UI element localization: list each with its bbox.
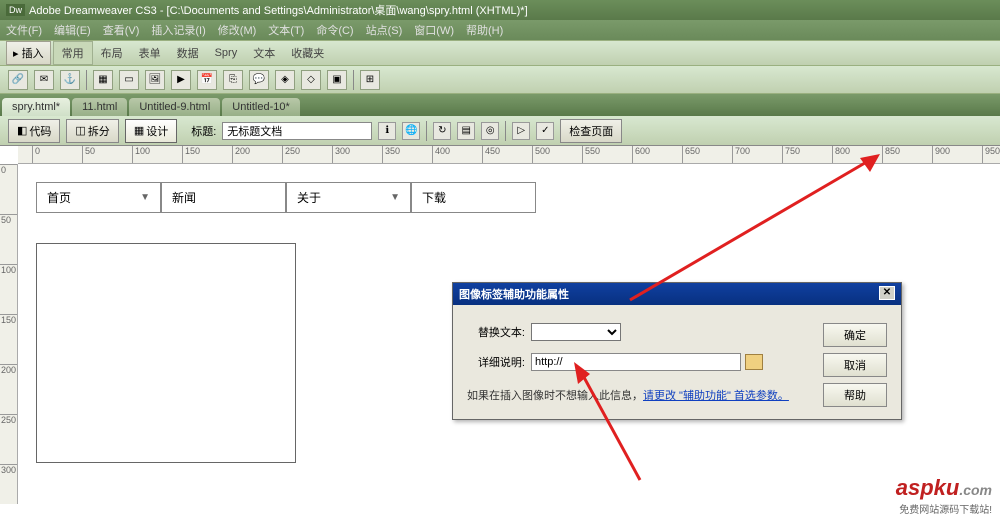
tag-chooser-icon[interactable]: ⊞ (360, 70, 380, 90)
file-tab-11[interactable]: 11.html (72, 98, 127, 116)
file-tab-untitled10[interactable]: Untitled-10* (222, 98, 299, 116)
menu-item-download[interactable]: 下载 (411, 182, 536, 213)
server-icon[interactable]: ⎘ (223, 70, 243, 90)
insert-toggle[interactable]: ▸ 插入 (6, 41, 51, 65)
title-bar: Dw Adobe Dreamweaver CS3 - [C:\Documents… (0, 0, 1000, 20)
long-desc-input[interactable] (531, 353, 741, 371)
long-desc-label: 详细说明: (467, 354, 525, 370)
menu-bar: 文件(F) 编辑(E) 查看(V) 插入记录(I) 修改(M) 文本(T) 命令… (0, 20, 1000, 40)
image-placeholder[interactable] (36, 243, 296, 463)
menu-help[interactable]: 帮助(H) (466, 22, 503, 38)
chevron-down-icon: ▼ (140, 192, 150, 203)
view-code-button[interactable]: ◧代码 (8, 119, 60, 143)
ok-button[interactable]: 确定 (823, 323, 887, 347)
title-text: Adobe Dreamweaver CS3 - [C:\Documents an… (29, 2, 528, 18)
dialog-titlebar[interactable]: 图像标签辅助功能属性 ✕ (453, 283, 901, 305)
menu-window[interactable]: 窗口(W) (414, 22, 454, 38)
hyperlink-icon[interactable]: 🔗 (8, 70, 28, 90)
tab-favorites[interactable]: 收藏夹 (283, 42, 332, 64)
menu-text[interactable]: 文本(T) (268, 22, 304, 38)
view-design-button[interactable]: ▦设计 (125, 119, 177, 143)
div-icon[interactable]: ▭ (119, 70, 139, 90)
view-options-icon[interactable]: ▤ (457, 122, 475, 140)
help-button[interactable]: 帮助 (823, 383, 887, 407)
browse-folder-icon[interactable] (745, 354, 763, 370)
alt-text-select[interactable] (531, 323, 621, 341)
table-icon[interactable]: ▦ (93, 70, 113, 90)
tab-common[interactable]: 常用 (53, 41, 93, 65)
image-icon[interactable]: 🖼 (145, 70, 165, 90)
templates-icon[interactable]: ▣ (327, 70, 347, 90)
dialog-title: 图像标签辅助功能属性 (459, 286, 569, 302)
menu-view[interactable]: 查看(V) (103, 22, 140, 38)
accessibility-prefs-link[interactable]: 请更改 "辅助功能" 首选参数。 (643, 390, 789, 402)
file-tab-spry[interactable]: spry.html* (2, 98, 70, 116)
watermark: aspku.com 免费网站源码下载站! (896, 475, 992, 516)
head-icon[interactable]: ◈ (275, 70, 295, 90)
date-icon[interactable]: 📅 (197, 70, 217, 90)
title-label: 标题: (191, 123, 216, 139)
menu-edit[interactable]: 编辑(E) (54, 22, 91, 38)
spry-menu-bar: 首页▼ 新闻 关于▼ 下载 (36, 182, 982, 213)
icon-bar: 🔗 ✉ ⚓ ▦ ▭ 🖼 ▶ 📅 ⎘ 💬 ◈ ◇ ▣ ⊞ (0, 66, 1000, 94)
media-icon[interactable]: ▶ (171, 70, 191, 90)
preview-icon[interactable]: ▷ (512, 122, 530, 140)
menu-commands[interactable]: 命令(C) (316, 22, 353, 38)
cancel-button[interactable]: 取消 (823, 353, 887, 377)
tab-forms[interactable]: 表单 (131, 42, 169, 64)
visual-aids-icon[interactable]: ◎ (481, 122, 499, 140)
document-toolbar: ◧代码 ◫拆分 ▦设计 标题: ℹ 🌐 ↻ ▤ ◎ ▷ ✓ 检查页面 (0, 116, 1000, 146)
comment-icon[interactable]: 💬 (249, 70, 269, 90)
script-icon[interactable]: ◇ (301, 70, 321, 90)
anchor-icon[interactable]: ⚓ (60, 70, 80, 90)
horizontal-ruler: 0501001502002503003504004505005506006507… (18, 146, 1000, 164)
title-input[interactable] (222, 122, 372, 140)
menu-site[interactable]: 站点(S) (366, 22, 403, 38)
menu-item-about[interactable]: 关于▼ (286, 182, 411, 213)
email-link-icon[interactable]: ✉ (34, 70, 54, 90)
browser-icon[interactable]: 🌐 (402, 122, 420, 140)
image-accessibility-dialog: 图像标签辅助功能属性 ✕ 替换文本: 详细说明: 如果在插入图像时不想输入此信息… (452, 282, 902, 420)
menu-modify[interactable]: 修改(M) (218, 22, 257, 38)
tab-spry[interactable]: Spry (207, 44, 246, 62)
file-tab-bar: spry.html* 11.html Untitled-9.html Untit… (0, 94, 1000, 116)
split-icon: ◫ (75, 124, 85, 137)
fileinfo-icon[interactable]: ℹ (378, 122, 396, 140)
check-page-button[interactable]: 检查页面 (560, 119, 622, 143)
alt-text-label: 替换文本: (467, 324, 525, 340)
menu-item-home[interactable]: 首页▼ (36, 182, 161, 213)
insert-bar: ▸ 插入 常用 布局 表单 数据 Spry 文本 收藏夹 (0, 40, 1000, 66)
menu-insert[interactable]: 插入记录(I) (151, 22, 205, 38)
dialog-hint: 如果在插入图像时不想输入此信息，请更改 "辅助功能" 首选参数。 (467, 387, 809, 403)
view-split-button[interactable]: ◫拆分 (66, 119, 118, 143)
menu-file[interactable]: 文件(F) (6, 22, 42, 38)
menu-item-news[interactable]: 新闻 (161, 182, 286, 213)
tab-text[interactable]: 文本 (245, 42, 283, 64)
chevron-down-icon: ▼ (390, 192, 400, 203)
tab-data[interactable]: 数据 (169, 42, 207, 64)
refresh-icon[interactable]: ↻ (433, 122, 451, 140)
tab-layout[interactable]: 布局 (93, 42, 131, 64)
design-icon: ▦ (134, 124, 144, 137)
close-icon[interactable]: ✕ (879, 286, 895, 300)
code-icon: ◧ (17, 124, 27, 137)
validate-icon[interactable]: ✓ (536, 122, 554, 140)
vertical-ruler: 050100150200250300 (0, 164, 18, 504)
app-icon: Dw (6, 4, 25, 16)
file-tab-untitled9[interactable]: Untitled-9.html (129, 98, 220, 116)
